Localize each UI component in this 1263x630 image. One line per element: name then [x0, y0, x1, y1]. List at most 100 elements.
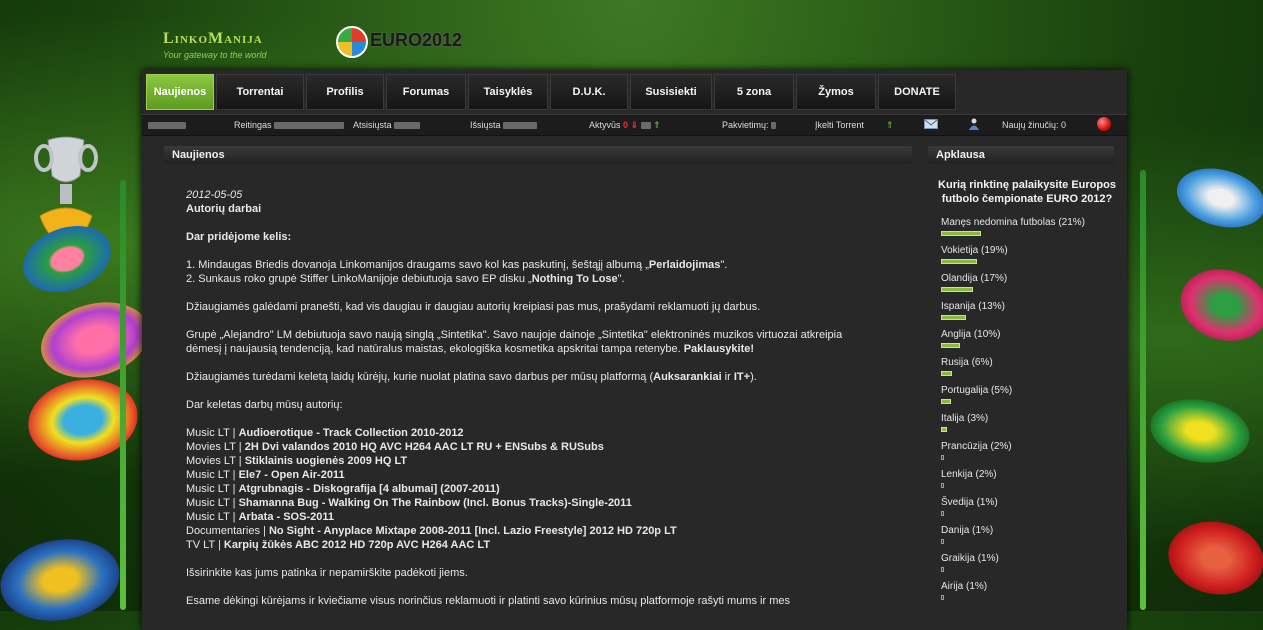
- ep-nothing-to-lose-link[interactable]: Nothing To Lose: [532, 273, 618, 285]
- poll-option: Anglija (10%): [932, 328, 1122, 356]
- work-link[interactable]: Shamanna Bug - Walking On The Rainbow (I…: [239, 497, 632, 509]
- work-link[interactable]: No Sight - Anyplace Mixtape 2008-2011 [I…: [269, 525, 677, 537]
- poll-option: Italija (3%): [932, 412, 1122, 440]
- stadium-decoration-left-2: [32, 290, 158, 390]
- poll-option-percent: (5%): [991, 385, 1013, 396]
- tab-profilis[interactable]: Profilis: [306, 74, 384, 110]
- poll-option-bar: [941, 399, 951, 404]
- news-items: 1. Mindaugas Briedis dovanoja Linkomanij…: [186, 258, 896, 286]
- work-link[interactable]: Arbata - SOS-2011: [239, 511, 334, 523]
- tab-forumas[interactable]: Forumas: [386, 74, 466, 110]
- logo-text: LinkoManija: [163, 30, 263, 47]
- news-item-2-text: 2. Sunkaus roko grupė Stiffer LinkoManij…: [186, 273, 532, 285]
- poll-option-percent: (1%): [972, 525, 994, 536]
- poll-option-bar: [941, 259, 977, 264]
- work-category: Music LT |: [186, 427, 236, 439]
- poll-option-bar: [941, 539, 944, 544]
- poll-option-name: Švedija: [941, 497, 974, 508]
- tab-torrentai[interactable]: Torrentai: [216, 74, 304, 110]
- main-panel: Naujienos Torrentai Profilis Forumas Tai…: [142, 70, 1127, 630]
- user-statusbar: Reitingas Atsisiųsta Išsiųsta Aktyvūs 0 …: [142, 114, 1127, 136]
- tab-5-zona[interactable]: 5 zona: [714, 74, 794, 110]
- work-category: Documentaries |: [186, 525, 266, 537]
- tab-taisykles[interactable]: Taisyklės: [468, 74, 548, 110]
- poll-option: Vokietija (19%): [932, 244, 1122, 272]
- upload-torrent-link[interactable]: Įkelti Torrent: [815, 120, 864, 130]
- listen-link[interactable]: Paklausykite!: [684, 343, 754, 355]
- work-category: Movies LT |: [186, 441, 242, 453]
- active-stat[interactable]: Aktyvūs 0 ⇓ ⇑: [589, 120, 661, 131]
- news-paragraph-3: Džiaugiamės turėdami keletą laidų kūrėjų…: [186, 370, 896, 384]
- news-paragraph-2-line-2: dėmesį į naujausią tendenciją, kad natūr…: [186, 343, 681, 355]
- works-list-item: Music LT | Arbata - SOS-2011: [186, 510, 896, 524]
- tab-zymos[interactable]: Žymos: [796, 74, 876, 110]
- active-label: Aktyvūs: [589, 120, 621, 130]
- poll-option-name: Lenkija: [941, 469, 973, 480]
- poll-option-name: Airija: [941, 581, 964, 592]
- news-paragraph-1: Džiaugiamės galėdami pranešti, kad vis d…: [186, 301, 761, 313]
- news-title: Autorių darbai: [186, 203, 262, 215]
- news-intro: Dar pridėjome kelis:: [186, 231, 292, 243]
- work-category: Music LT |: [186, 469, 236, 481]
- poll-option-label: Lenkija (2%): [941, 468, 1122, 481]
- poll-option-percent: (1%): [966, 581, 988, 592]
- works-list-item: Movies LT | Stiklainis uogienės 2009 HQ …: [186, 454, 896, 468]
- poll-options: Manęs nedomina futbolas (21%) Vokietija (…: [932, 216, 1122, 608]
- work-link[interactable]: Audioerotique - Track Collection 2010-20…: [239, 427, 464, 439]
- poll-option: Švedija (1%): [932, 496, 1122, 524]
- tab-susisiekti[interactable]: Susisiekti: [630, 74, 712, 110]
- invites-stat[interactable]: Pakvietimų:: [722, 120, 777, 130]
- poll-option-label: Airija (1%): [941, 580, 1122, 593]
- tab-duk[interactable]: D.U.K.: [550, 74, 628, 110]
- stadium-decoration-right-4: [1162, 514, 1263, 602]
- poll-option-label: Prancūzija (2%): [941, 440, 1122, 453]
- tab-donate[interactable]: DONATE: [878, 74, 956, 110]
- it-plus-link[interactable]: IT+: [734, 371, 750, 383]
- poll-option-percent: (2%): [975, 469, 997, 480]
- works-list-item: Music LT | Ele7 - Open Air-2011: [186, 468, 896, 482]
- poll-box: Kurią rinktinę palaikysite Europos futbo…: [932, 178, 1122, 608]
- news-item-1-end: ".: [720, 259, 728, 271]
- work-link[interactable]: Ele7 - Open Air-2011: [239, 469, 345, 481]
- downloaded-stat: Atsisiųsta: [353, 120, 421, 130]
- upload-arrow-icon[interactable]: ⇑: [886, 120, 894, 131]
- work-link[interactable]: Atgrubnagis - Diskografija [4 albumai] (…: [239, 483, 500, 495]
- poll-option-label: Anglija (10%): [941, 328, 1122, 341]
- poll-option-name: Anglija: [941, 329, 972, 340]
- tab-naujienos[interactable]: Naujienos: [146, 74, 214, 110]
- site-logo[interactable]: LinkoManija Your gateway to the world: [163, 30, 267, 60]
- poll-option-percent: (3%): [967, 413, 989, 424]
- main-nav: Naujienos Torrentai Profilis Forumas Tai…: [146, 74, 958, 112]
- euro-ball-icon: [336, 26, 368, 58]
- news-item-1: 1. Mindaugas Briedis dovanoja Linkomanij…: [186, 258, 896, 272]
- users-icon[interactable]: [967, 118, 981, 130]
- poll-option-name: Graikija: [941, 553, 975, 564]
- username[interactable]: [148, 120, 186, 130]
- news-last-line: Esame dėkingi kūrėjams ir kviečiame visu…: [186, 595, 790, 607]
- new-messages-stat[interactable]: Naujų žinučių: 0: [1002, 120, 1066, 130]
- news-article: 2012-05-05 Autorių darbai Dar pridėjome …: [186, 188, 896, 622]
- poll-option-name: Portugalija: [941, 385, 989, 396]
- active-down-count: 0: [623, 120, 629, 130]
- auksarankiai-link[interactable]: Auksarankiai: [653, 371, 721, 383]
- poll-option: Rusija (6%): [932, 356, 1122, 384]
- poll-question: Kurią rinktinę palaikysite Europos futbo…: [938, 179, 1116, 205]
- poll-option-bar: [941, 343, 960, 348]
- logout-icon[interactable]: [1097, 117, 1111, 131]
- work-link[interactable]: 2H Dvi valandos 2010 HQ AVC H264 AAC LT …: [245, 441, 604, 453]
- poll-option: Olandija (17%): [932, 272, 1122, 300]
- poll-option-percent: (19%): [981, 245, 1008, 256]
- down-arrow-icon: ⇓: [630, 120, 639, 130]
- work-link[interactable]: Karpių žūkės ABC 2012 HD 720p AVC H264 A…: [224, 539, 490, 551]
- rating-stat: Reitingas: [234, 120, 345, 130]
- vine-left: [120, 180, 126, 610]
- poll-option-name: Vokietija: [941, 245, 979, 256]
- poll-option: Manęs nedomina futbolas (21%): [932, 216, 1122, 244]
- up-arrow-icon: ⇑: [653, 120, 661, 130]
- new-messages-label: Naujų žinučių:: [1002, 120, 1059, 130]
- stadium-decoration-right-3: [1145, 391, 1255, 471]
- work-link[interactable]: Stiklainis uogienės 2009 HQ LT: [245, 455, 407, 467]
- mail-icon[interactable]: [924, 118, 938, 130]
- poll-option-label: Rusija (6%): [941, 356, 1122, 369]
- album-perlaidojimas-link[interactable]: Perlaidojimas: [649, 259, 721, 271]
